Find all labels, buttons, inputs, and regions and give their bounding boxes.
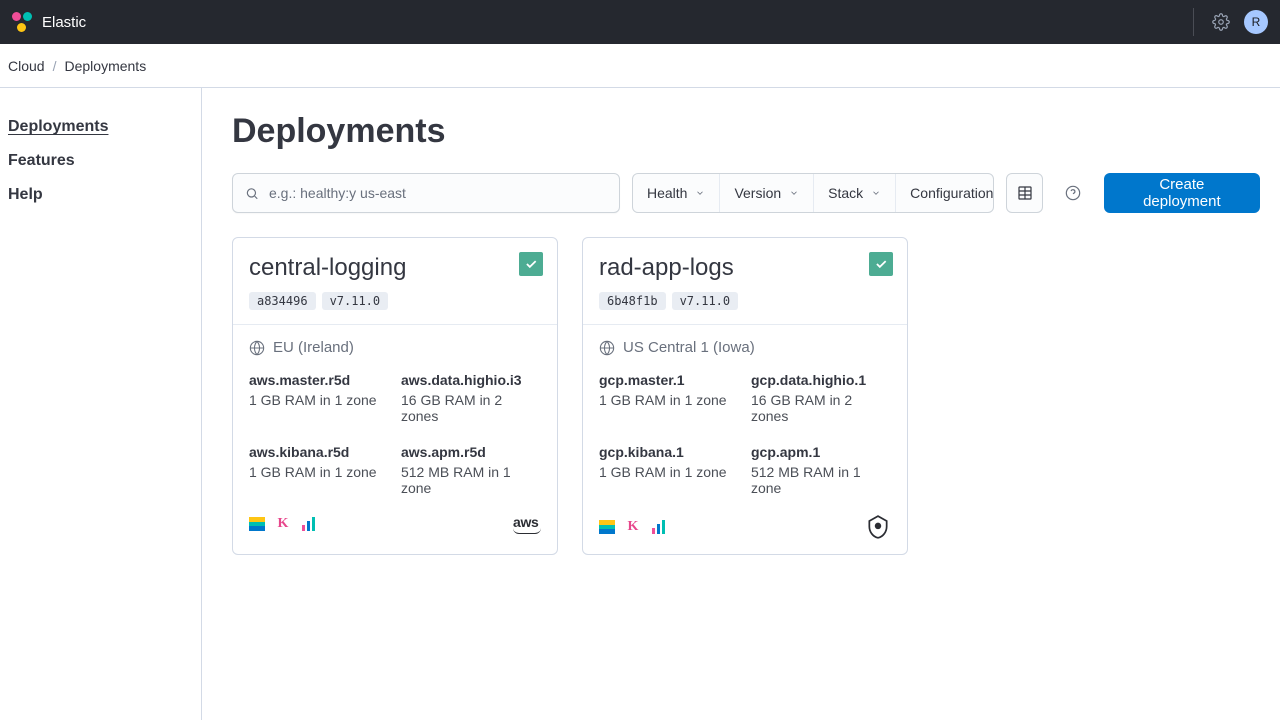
spec-name: aws.data.highio.i3: [401, 372, 541, 388]
chevron-down-icon: [871, 188, 881, 198]
spec-name: gcp.data.highio.1: [751, 372, 891, 388]
sidebar: Deployments Features Help: [0, 88, 202, 720]
search-icon: [245, 186, 259, 201]
elasticsearch-icon[interactable]: [249, 516, 265, 532]
spec-detail: 16 GB RAM in 2 zones: [751, 392, 891, 424]
aws-provider-icon: aws: [513, 514, 541, 534]
deployment-id-badge: 6b48f1b: [599, 292, 666, 310]
kibana-icon[interactable]: K: [625, 519, 641, 535]
table-icon: [1017, 185, 1033, 201]
globe-icon: [599, 340, 615, 356]
spec-item: aws.data.highio.i3 16 GB RAM in 2 zones: [401, 372, 541, 424]
spec-item: aws.apm.r5d 512 MB RAM in 1 zone: [401, 444, 541, 496]
spec-detail: 1 GB RAM in 1 zone: [249, 392, 389, 408]
observability-icon[interactable]: [651, 519, 667, 535]
deployment-name: central-logging: [249, 254, 541, 282]
observability-icon[interactable]: [301, 516, 317, 532]
chevron-down-icon: [695, 188, 705, 198]
spec-detail: 1 GB RAM in 1 zone: [599, 392, 739, 408]
elasticsearch-icon[interactable]: [599, 519, 615, 535]
settings-gear-icon[interactable]: [1212, 13, 1230, 31]
filter-configuration[interactable]: Configuration: [896, 174, 994, 212]
spec-item: aws.master.r5d 1 GB RAM in 1 zone: [249, 372, 389, 424]
product-icons: K: [599, 519, 667, 535]
avatar-initial: R: [1252, 15, 1261, 29]
brand-name: Elastic: [42, 14, 86, 31]
spec-item: gcp.data.highio.1 16 GB RAM in 2 zones: [751, 372, 891, 424]
chevron-down-icon: [789, 188, 799, 198]
sidebar-item-help[interactable]: Help: [8, 178, 193, 212]
filter-health[interactable]: Health: [633, 174, 720, 212]
search-input[interactable]: [269, 185, 607, 201]
divider: [1193, 8, 1194, 36]
spec-detail: 1 GB RAM in 1 zone: [599, 464, 739, 480]
user-avatar[interactable]: R: [1244, 10, 1268, 34]
spec-name: gcp.apm.1: [751, 444, 891, 460]
controls-row: Health Version Stack Configuration: [232, 173, 1260, 213]
spec-name: aws.master.r5d: [249, 372, 389, 388]
deployment-name: rad-app-logs: [599, 254, 891, 282]
breadcrumb-current: Deployments: [64, 58, 146, 74]
filter-stack[interactable]: Stack: [814, 174, 896, 212]
deployment-region: US Central 1 (Iowa): [599, 339, 891, 356]
breadcrumb-separator: /: [53, 58, 57, 74]
elastic-logo-icon: [12, 12, 32, 32]
deployment-cards: central-logging a834496 v7.11.0 EU (Irel…: [232, 237, 1260, 555]
table-view-button[interactable]: [1006, 173, 1043, 213]
sidebar-item-features[interactable]: Features: [8, 144, 193, 178]
spec-name: gcp.kibana.1: [599, 444, 739, 460]
breadcrumb: Cloud / Deployments: [0, 44, 1280, 88]
deployment-region: EU (Ireland): [249, 339, 541, 356]
gcp-provider-icon: [865, 514, 891, 540]
spec-item: gcp.apm.1 512 MB RAM in 1 zone: [751, 444, 891, 496]
search-box[interactable]: [232, 173, 620, 213]
filter-group: Health Version Stack Configuration: [632, 173, 994, 213]
spec-name: aws.apm.r5d: [401, 444, 541, 460]
main-content: Deployments Health Version Stack: [202, 88, 1280, 720]
kibana-icon[interactable]: K: [275, 516, 291, 532]
status-healthy-icon: [869, 252, 893, 276]
top-bar: Elastic R: [0, 0, 1280, 44]
spec-detail: 512 MB RAM in 1 zone: [751, 464, 891, 496]
spec-name: aws.kibana.r5d: [249, 444, 389, 460]
filter-version[interactable]: Version: [720, 174, 814, 212]
page-title: Deployments: [232, 112, 1260, 151]
deployment-version-badge: v7.11.0: [672, 292, 739, 310]
spec-detail: 1 GB RAM in 1 zone: [249, 464, 389, 480]
spec-detail: 16 GB RAM in 2 zones: [401, 392, 541, 424]
deployment-card[interactable]: rad-app-logs 6b48f1b v7.11.0 US Central …: [582, 237, 908, 555]
spec-detail: 512 MB RAM in 1 zone: [401, 464, 541, 496]
deployment-version-badge: v7.11.0: [322, 292, 389, 310]
create-deployment-button[interactable]: Create deployment: [1104, 173, 1260, 213]
product-icons: K: [249, 516, 317, 532]
deployment-card[interactable]: central-logging a834496 v7.11.0 EU (Irel…: [232, 237, 558, 555]
spec-item: gcp.kibana.1 1 GB RAM in 1 zone: [599, 444, 739, 496]
status-healthy-icon: [519, 252, 543, 276]
spec-item: aws.kibana.r5d 1 GB RAM in 1 zone: [249, 444, 389, 496]
spec-name: gcp.master.1: [599, 372, 739, 388]
breadcrumb-root[interactable]: Cloud: [8, 58, 45, 74]
spec-item: gcp.master.1 1 GB RAM in 1 zone: [599, 372, 739, 424]
sidebar-item-deployments[interactable]: Deployments: [8, 110, 193, 144]
help-circle-icon: [1065, 185, 1081, 201]
globe-icon: [249, 340, 265, 356]
deployment-id-badge: a834496: [249, 292, 316, 310]
help-button[interactable]: [1055, 173, 1092, 213]
